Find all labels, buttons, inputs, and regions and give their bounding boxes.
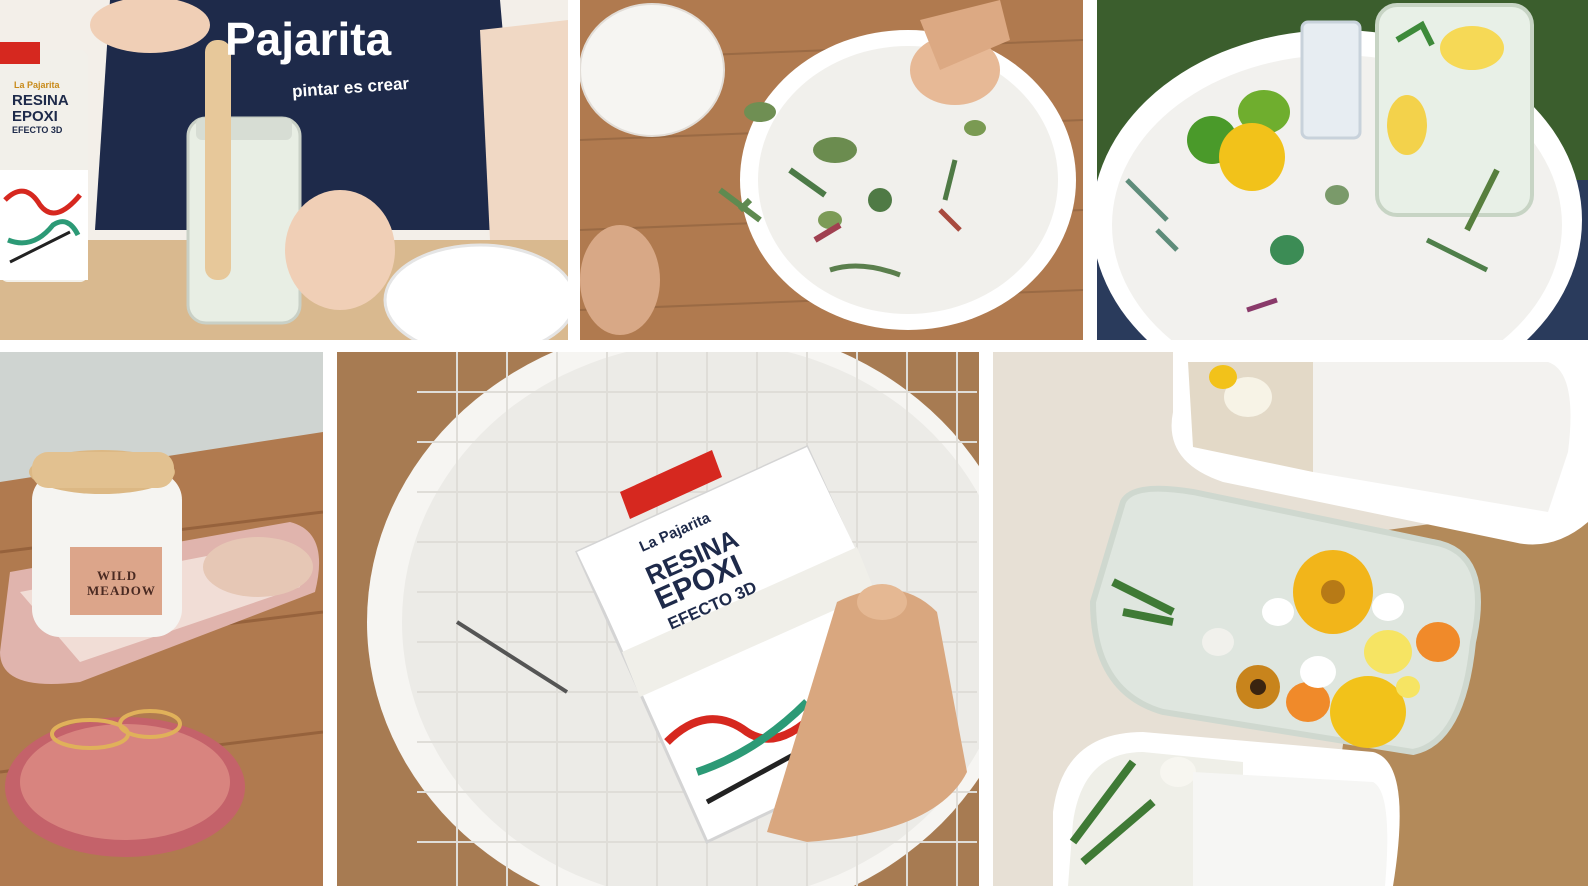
lemonade-tray-scene [1097, 0, 1588, 340]
photo-leaves-on-tray [580, 0, 1083, 340]
photo-mixing-resin: Pajarita pintar es crear La Pajarita RES… [0, 0, 568, 340]
can-line1-text: RESINA [12, 92, 69, 109]
photo-oval-flower-trays [993, 352, 1588, 886]
flower-trays-scene [993, 352, 1588, 886]
apron-brand-text: Pajarita [225, 13, 392, 65]
candle-scene [0, 352, 323, 886]
resin-can-scene [337, 352, 979, 886]
photo-tray-lemonade [1097, 0, 1588, 340]
can-brand-text: La Pajarita [14, 80, 60, 90]
can-line2-text: EPOXI [12, 108, 58, 125]
candle-label-line2: MEADOW [87, 583, 156, 598]
candle-label-line1: WILD [97, 568, 138, 583]
photo-candle-pink-trays: WILD MEADOW [0, 352, 323, 886]
leaves-tray-scene [580, 0, 1083, 340]
can-line3-text: EFECTO 3D [12, 125, 63, 135]
photo-resin-can: La Pajarita RESINA EPOXI EFECTO 3D [337, 352, 979, 886]
